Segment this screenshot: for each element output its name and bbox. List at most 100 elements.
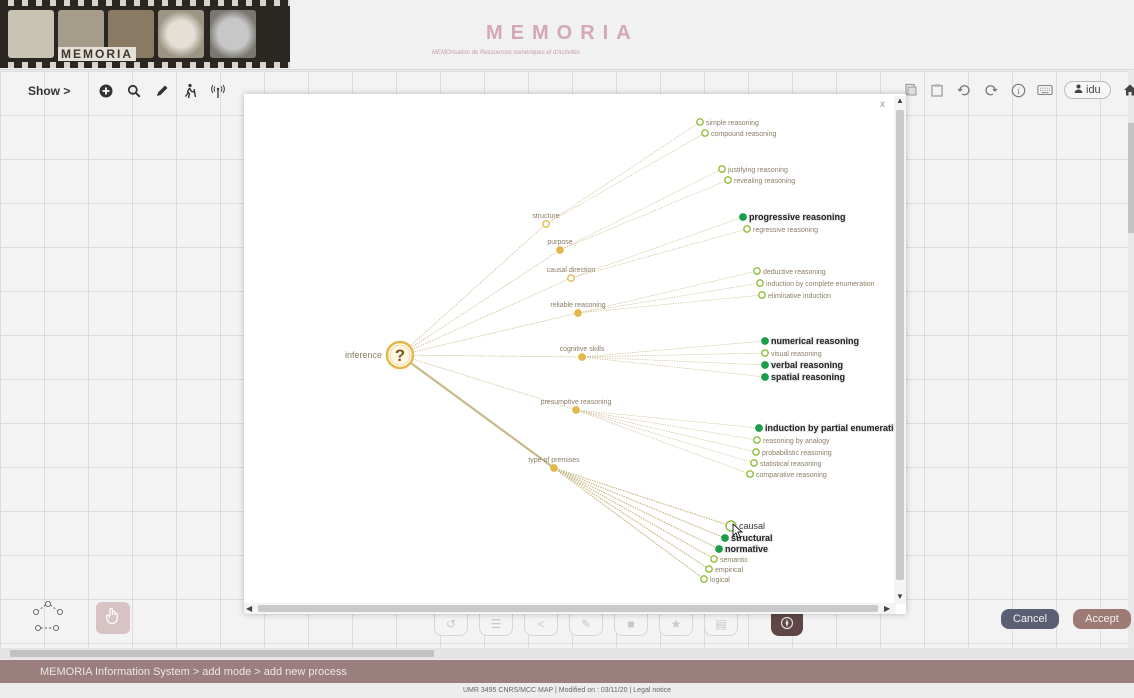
leaf-label[interactable]: causal (739, 521, 765, 531)
page-horizontal-scrollbar[interactable] (0, 648, 1134, 659)
category-node (567, 274, 575, 282)
leaf-label[interactable]: simple reasoning (706, 120, 759, 127)
refresh-icon[interactable]: ↺ (434, 612, 468, 636)
scroll-up-arrow[interactable]: ▲ (896, 96, 904, 105)
leaf-label[interactable]: numerical reasoning (770, 335, 860, 347)
leaf-label[interactable]: verbal reasoning (770, 359, 844, 371)
leaf-node-selected[interactable] (715, 545, 723, 553)
modal-close-button[interactable]: x (880, 99, 885, 110)
scrollbar-thumb[interactable] (896, 110, 904, 580)
leaf-label[interactable]: induction by complete enumeration (766, 281, 875, 288)
undo-icon[interactable] (956, 82, 972, 98)
hand-tool-button[interactable] (96, 602, 130, 634)
redo-icon[interactable] (983, 82, 999, 98)
modal-horizontal-scrollbar[interactable]: ◀ ▶ (244, 603, 896, 614)
scroll-down-arrow[interactable]: ▼ (896, 592, 904, 601)
leaf-label[interactable]: justifying reasoning (727, 167, 788, 174)
vertical-scrollbar[interactable] (1128, 71, 1134, 648)
walker-icon[interactable] (182, 83, 198, 99)
edge-line (399, 312, 579, 356)
leaf-label[interactable]: regressive reasoning (753, 227, 818, 234)
scrollbar-thumb[interactable] (1128, 123, 1134, 233)
info-icon[interactable]: i (1010, 82, 1026, 98)
leaf-node[interactable] (700, 575, 708, 583)
graph-view-icon[interactable] (28, 600, 68, 636)
compass-icon (780, 616, 794, 633)
document-icon[interactable]: ▤ (704, 612, 738, 636)
leaf-node[interactable] (710, 555, 718, 563)
leaf-label[interactable]: probabilistic reasoning (762, 450, 832, 457)
leaf-label[interactable]: empirical (715, 567, 743, 574)
leaf-label[interactable]: revealing reasoning (734, 178, 795, 185)
keyboard-icon[interactable] (1037, 82, 1053, 98)
leaf-node[interactable] (753, 267, 761, 275)
star-icon[interactable]: ★ (659, 612, 693, 636)
leaf-label[interactable]: normative (724, 543, 769, 555)
show-menu-button[interactable]: Show > (28, 84, 70, 98)
leaf-node-selected[interactable] (755, 424, 763, 432)
category-label: reliable reasoning (550, 302, 605, 309)
leaf-node-selected[interactable] (721, 534, 729, 542)
question-mark-icon: ? (395, 346, 405, 365)
scroll-left-arrow[interactable]: ◀ (246, 604, 252, 613)
leaf-label[interactable]: progressive reasoning (748, 211, 847, 223)
paste-icon[interactable] (929, 82, 945, 98)
right-toolbar: i idu (902, 81, 1134, 99)
leaf-node[interactable] (746, 470, 754, 478)
accept-button[interactable]: Accept (1073, 609, 1131, 629)
leaf-node[interactable] (705, 565, 713, 573)
leaf-node-selected[interactable] (761, 361, 769, 369)
leaf-label[interactable]: compound reasoning (711, 131, 776, 138)
user-button[interactable]: idu (1064, 81, 1111, 99)
leaf-node[interactable] (756, 279, 764, 287)
leaf-node[interactable] (761, 349, 769, 357)
leaf-label[interactable]: induction by partial enumeratio (764, 422, 894, 434)
leaf-label[interactable]: semantic (720, 557, 749, 564)
modal-vertical-scrollbar[interactable]: ▲ ▼ (894, 96, 906, 604)
category-label: structure (532, 213, 559, 220)
scroll-right-arrow[interactable]: ▶ (884, 604, 890, 613)
edge-line (545, 121, 701, 225)
list-icon[interactable]: ☰ (479, 612, 513, 636)
leaf-label[interactable]: visual reasoning (771, 351, 822, 358)
edge-line (399, 223, 547, 356)
leaf-node[interactable] (701, 129, 709, 137)
leaf-node-selected[interactable] (739, 213, 747, 221)
leaf-label[interactable]: logical (710, 577, 730, 584)
add-circle-icon[interactable] (98, 83, 114, 99)
leaf-label[interactable]: reasoning by analogy (763, 438, 830, 445)
leaf-node-selected[interactable] (761, 373, 769, 381)
leaf-node[interactable] (753, 436, 761, 444)
home-icon[interactable] (1122, 82, 1134, 98)
leaf-node[interactable] (718, 165, 726, 173)
scrollbar-thumb[interactable] (10, 650, 434, 657)
edge-line (553, 467, 710, 570)
antenna-icon[interactable] (210, 83, 226, 99)
user-label: idu (1086, 84, 1101, 96)
leaf-label[interactable]: deductive reasoning (763, 269, 826, 276)
leaf-label[interactable]: comparative reasoning (756, 472, 827, 479)
logo-film-strip[interactable]: MEMORIA (0, 0, 290, 68)
scrollbar-thumb[interactable] (258, 605, 878, 612)
leaf-node[interactable] (743, 225, 751, 233)
edge-line (575, 409, 757, 453)
leaf-node-selected[interactable] (761, 337, 769, 345)
leaf-label[interactable]: spatial reasoning (770, 371, 846, 383)
compass-button[interactable] (771, 612, 803, 636)
category-label: causal direction (547, 267, 596, 274)
leaf-node[interactable] (758, 291, 766, 299)
search-icon[interactable] (126, 83, 142, 99)
leaf-node[interactable] (724, 176, 732, 184)
delete-icon[interactable]: ■ (614, 612, 648, 636)
share-icon[interactable]: < (524, 612, 558, 636)
pencil-icon[interactable] (154, 83, 170, 99)
category-label: presumptive reasoning (541, 399, 612, 406)
leaf-label[interactable]: eliminative induction (768, 293, 831, 300)
cancel-button[interactable]: Cancel (1001, 609, 1059, 629)
leaf-node[interactable] (750, 459, 758, 467)
edge-line (575, 409, 751, 475)
leaf-label[interactable]: statistical reasoning (760, 461, 822, 468)
edit-icon[interactable]: ✎ (569, 612, 603, 636)
leaf-node[interactable] (752, 448, 760, 456)
leaf-node[interactable] (696, 118, 704, 126)
